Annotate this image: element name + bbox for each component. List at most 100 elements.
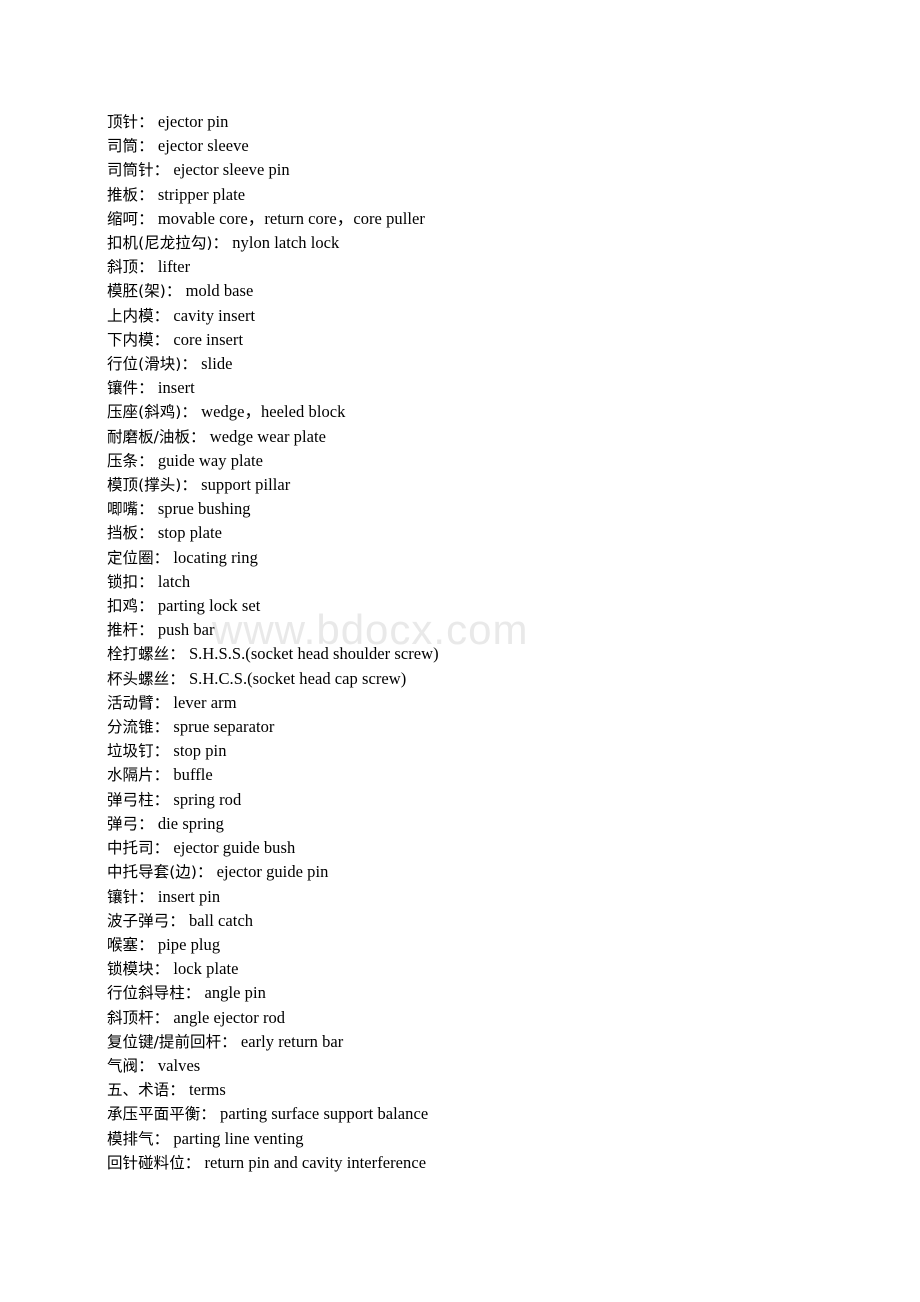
glossary-entry: 行位(滑块)： slide — [107, 352, 847, 376]
glossary-term: 中托司： — [107, 839, 170, 858]
glossary-definition: cavity insert — [169, 305, 256, 325]
glossary-term: 气阀： — [107, 1056, 154, 1075]
glossary-entry: 复位键/提前回杆： early return bar — [107, 1030, 847, 1054]
glossary-definition: slide — [196, 354, 233, 374]
glossary-term: 耐磨板/油板： — [107, 427, 206, 446]
glossary-term: 水隔片： — [107, 766, 170, 785]
glossary-term: 模排气： — [107, 1129, 170, 1148]
glossary-definition: lock plate — [169, 959, 239, 979]
glossary-entry: 唧嘴： sprue bushing — [107, 497, 847, 521]
glossary-definition: guide way plate — [153, 450, 264, 470]
glossary-term: 上内模： — [107, 306, 170, 325]
glossary-definition: lever arm — [169, 692, 237, 712]
glossary-entry: 栓打螺丝： S.H.S.S.(socket head shoulder scre… — [107, 642, 847, 666]
glossary-term: 挡板： — [107, 524, 154, 543]
glossary-definition: ball catch — [184, 910, 254, 930]
glossary-definition: S.H.C.S.(socket head cap screw) — [184, 668, 407, 688]
glossary-entry: 斜顶杆： angle ejector rod — [107, 1006, 847, 1030]
glossary-entry: 推板： stripper plate — [107, 183, 847, 207]
glossary-term: 锁模块： — [107, 960, 170, 979]
glossary-definition: latch — [153, 571, 191, 591]
glossary-definition: ejector sleeve — [153, 136, 249, 156]
glossary-entry: 司筒： ejector sleeve — [107, 134, 847, 158]
glossary-entry: 司筒针： ejector sleeve pin — [107, 158, 847, 182]
glossary-definition: parting lock set — [153, 596, 261, 616]
glossary-definition: angle pin — [200, 983, 266, 1003]
glossary-entry: 垃圾钉： stop pin — [107, 739, 847, 763]
glossary-definition: parting line venting — [169, 1128, 304, 1148]
glossary-term: 司筒： — [107, 137, 154, 156]
glossary-definition: stripper plate — [153, 184, 246, 204]
glossary-entry: 镶件： insert — [107, 376, 847, 400]
glossary-term: 活动臂： — [107, 693, 170, 712]
glossary-definition: sprue bushing — [153, 499, 251, 519]
glossary-term: 喉塞： — [107, 935, 154, 954]
glossary-term: 波子弹弓： — [107, 911, 185, 930]
glossary-definition: nylon latch lock — [228, 233, 340, 253]
glossary-definition: ejector pin — [153, 112, 229, 131]
glossary-entry: 五、术语： terms — [107, 1078, 847, 1102]
glossary-entry: 喉塞： pipe plug — [107, 933, 847, 957]
glossary-entry: 模顶(撑头)： support pillar — [107, 473, 847, 497]
glossary-entry: 压座(斜鸡)： wedge，heeled block — [107, 400, 847, 424]
glossary-definition: lifter — [153, 257, 191, 277]
glossary-term: 承压平面平衡： — [107, 1105, 216, 1124]
glossary-entry: 扣机(尼龙拉勾)： nylon latch lock — [107, 231, 847, 255]
glossary-definition: ejector sleeve pin — [169, 160, 290, 180]
glossary-entry: 顶针： ejector pin — [107, 110, 847, 134]
glossary-definition: pipe plug — [153, 934, 221, 954]
glossary-entry: 弹弓： die spring — [107, 812, 847, 836]
glossary-entry: 回针碰料位： return pin and cavity interferenc… — [107, 1151, 847, 1175]
glossary-definition: movable core，return core，core puller — [153, 208, 425, 228]
glossary-definition: stop plate — [153, 523, 223, 543]
glossary-term: 复位键/提前回杆： — [107, 1032, 237, 1051]
glossary-term: 顶针： — [107, 113, 154, 131]
glossary-term: 压座(斜鸡)： — [107, 403, 197, 422]
glossary-entry: 下内模： core insert — [107, 328, 847, 352]
glossary-definition: buffle — [169, 765, 213, 785]
glossary-term: 斜顶： — [107, 258, 154, 277]
glossary-entry: 杯头螺丝： S.H.C.S.(socket head cap screw) — [107, 667, 847, 691]
glossary-definition: stop pin — [169, 741, 227, 761]
glossary-entry: 波子弹弓： ball catch — [107, 909, 847, 933]
glossary-term: 下内模： — [107, 330, 170, 349]
glossary-definition: terms — [184, 1080, 226, 1100]
glossary-definition: wedge wear plate — [205, 426, 326, 446]
document-page: www.bdocx.com 顶针： ejector pin 司筒： ejector… — [0, 0, 920, 1302]
glossary-definition: locating ring — [169, 547, 258, 567]
glossary-entry: 压条： guide way plate — [107, 449, 847, 473]
glossary-term: 弹弓柱： — [107, 790, 170, 809]
glossary-term: 扣鸡： — [107, 597, 154, 616]
glossary-term: 弹弓： — [107, 814, 154, 833]
glossary-entry: 锁模块： lock plate — [107, 957, 847, 981]
glossary-entry: 中托导套(边)： ejector guide pin — [107, 860, 847, 884]
glossary-definition: early return bar — [236, 1031, 344, 1051]
glossary-entry: 缩呵： movable core，return core，core puller — [107, 207, 847, 231]
glossary-term: 模顶(撑头)： — [107, 476, 197, 495]
glossary-definition: insert — [153, 378, 195, 398]
glossary-definition: insert pin — [153, 886, 221, 906]
glossary-term: 中托导套(边)： — [107, 863, 213, 882]
glossary-entry: 上内模： cavity insert — [107, 304, 847, 328]
glossary-entry: 模排气： parting line venting — [107, 1127, 847, 1151]
glossary-term: 垃圾钉： — [107, 742, 170, 761]
glossary-term: 行位斜导柱： — [107, 984, 201, 1003]
glossary-term: 杯头螺丝： — [107, 669, 185, 688]
glossary-term: 栓打螺丝： — [107, 645, 185, 664]
glossary-definition: valves — [153, 1055, 201, 1075]
glossary-definition: return pin and cavity interference — [200, 1152, 427, 1172]
glossary-term: 斜顶杆： — [107, 1008, 170, 1027]
glossary-term: 推杆： — [107, 621, 154, 640]
glossary-definition: angle ejector rod — [169, 1007, 286, 1027]
glossary-term: 扣机(尼龙拉勾)： — [107, 234, 229, 253]
glossary-entry: 中托司： ejector guide bush — [107, 836, 847, 860]
glossary-term: 镶针： — [107, 887, 154, 906]
glossary-term: 五、术语： — [107, 1081, 185, 1100]
glossary-entry: 斜顶： lifter — [107, 255, 847, 279]
glossary-term: 司筒针： — [107, 161, 170, 180]
glossary-definition: ejector guide pin — [212, 862, 329, 882]
glossary-definition: parting surface support balance — [215, 1104, 429, 1124]
glossary-entry: 定位圈： locating ring — [107, 546, 847, 570]
glossary-entry: 耐磨板/油板： wedge wear plate — [107, 425, 847, 449]
glossary-entry: 弹弓柱： spring rod — [107, 788, 847, 812]
